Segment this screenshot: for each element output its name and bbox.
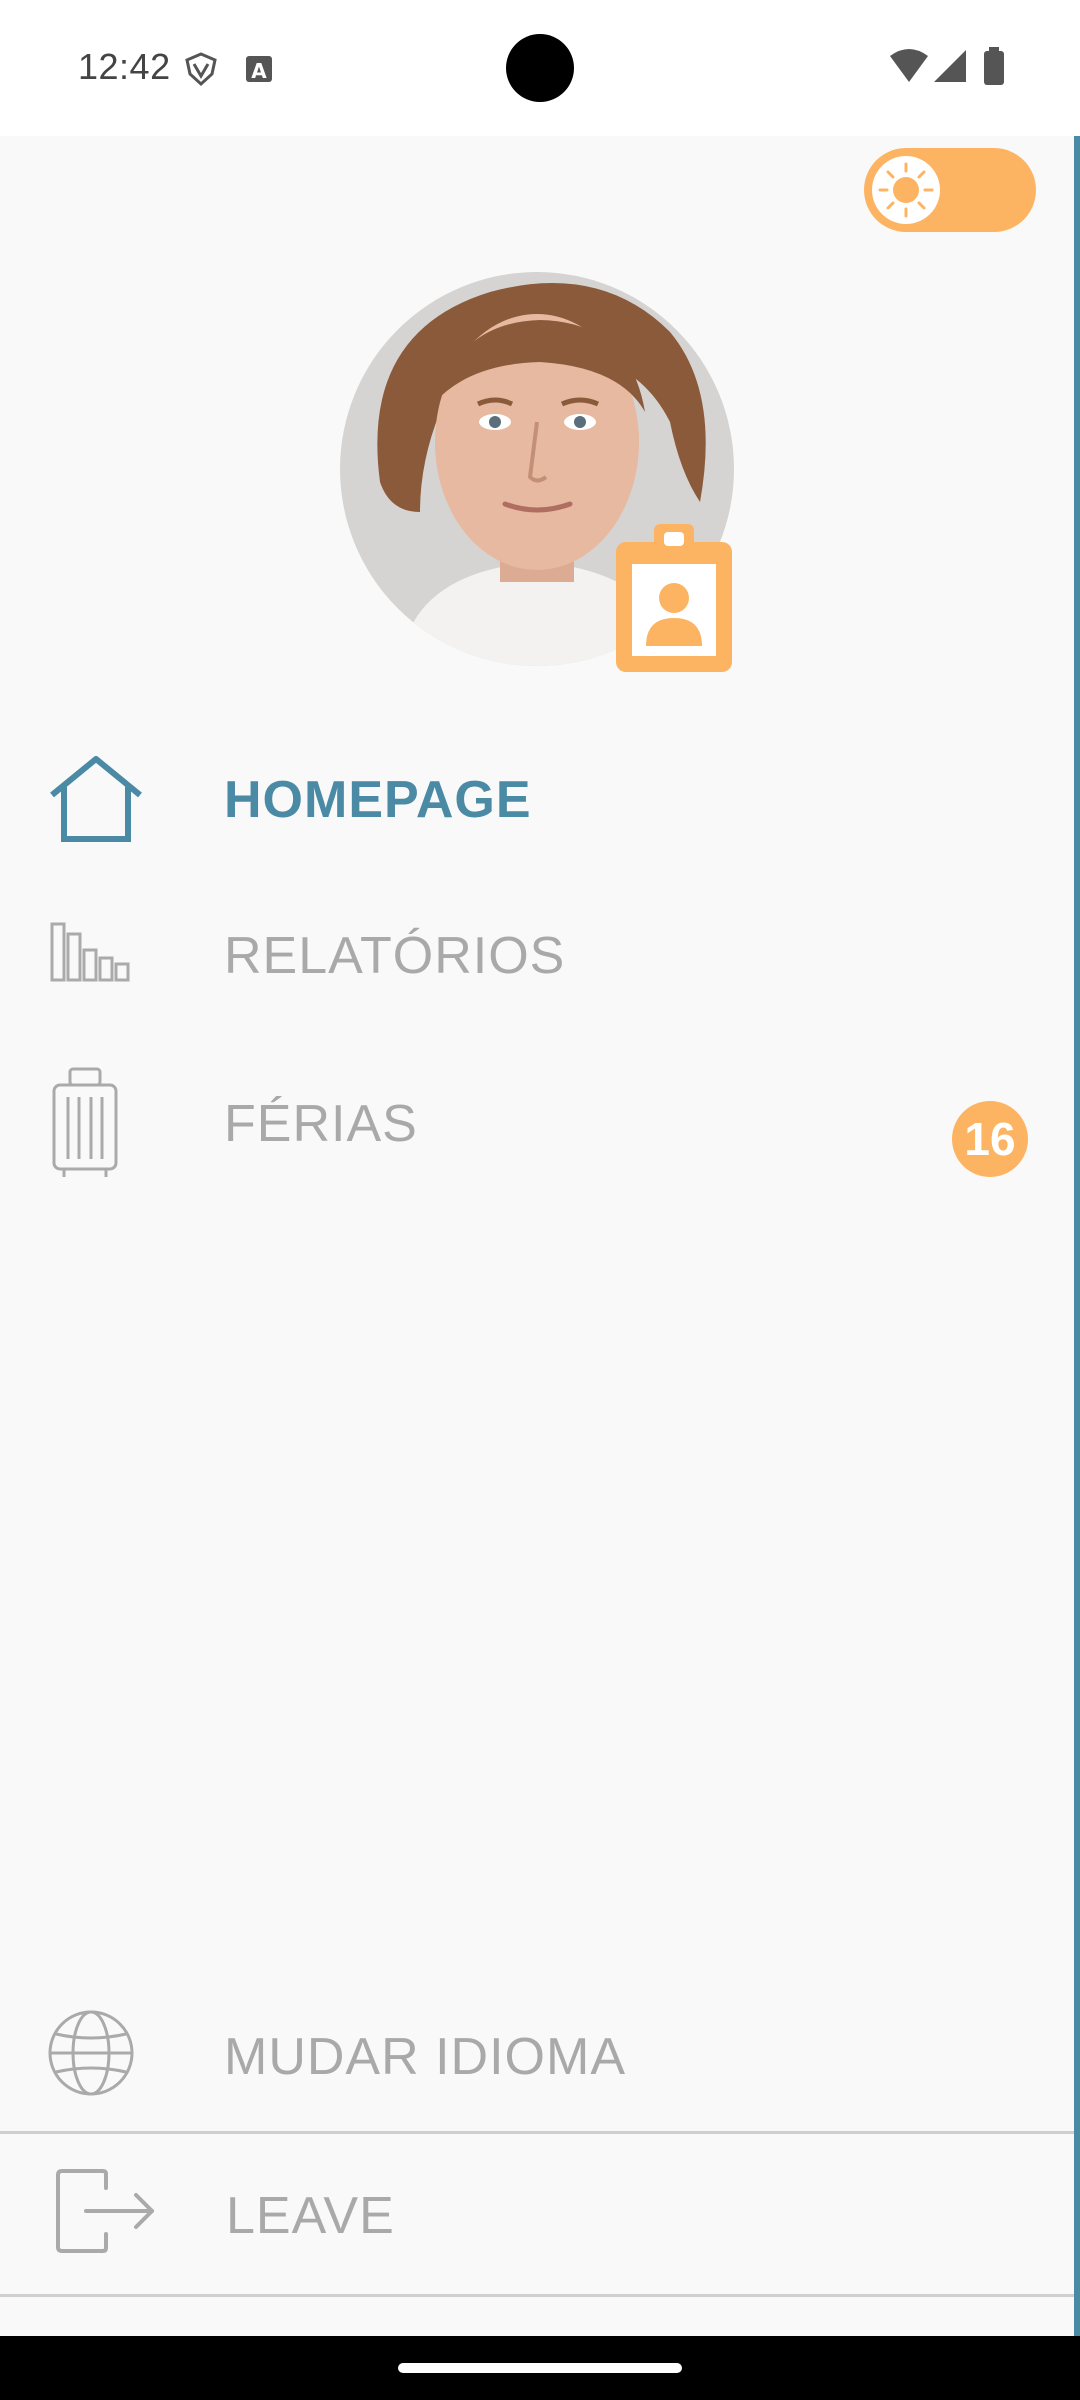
toggle-knob [872,156,940,224]
battery-icon [984,47,1004,85]
nav-label-relatorios: RELATÓRIOS [224,927,566,985]
home-gesture-handle[interactable] [398,2363,682,2373]
logout-icon [56,2169,154,2253]
divider [0,2294,1074,2297]
camera-cutout [506,34,574,102]
language-label: MUDAR IDIOMA [224,2028,626,2086]
sun-icon [878,162,934,218]
svg-text:A: A [251,59,267,83]
leave-label: LEAVE [226,2187,395,2245]
nav-item-relatorios[interactable]: RELATÓRIOS [0,890,1070,1020]
status-bar: 12:42 A [0,0,1080,136]
vpn-shield-icon [185,52,217,87]
id-badge-icon[interactable] [612,520,736,676]
wifi-icon [890,49,928,82]
app-notification-a-icon: A [246,56,272,83]
nav-item-ferias[interactable]: FÉRIAS 16 [0,1057,1070,1187]
nav-item-homepage[interactable]: HOMEPAGE [0,733,1070,863]
ferias-count-badge: 16 [952,1101,1028,1177]
luggage-icon [52,1067,118,1177]
nav-label-ferias: FÉRIAS [224,1095,418,1153]
bar-chart-icon [50,922,130,982]
nav-label-homepage: HOMEPAGE [224,771,532,829]
status-time: 12:42 [78,46,171,87]
leave-button[interactable]: LEAVE [0,2148,1070,2278]
divider [0,2131,1074,2134]
drawer-edge [1074,136,1080,2336]
home-icon [50,756,142,842]
globe-icon [48,2010,134,2096]
cellular-signal-icon [934,50,966,82]
theme-toggle[interactable] [864,148,1036,232]
language-button[interactable]: MUDAR IDIOMA [0,1990,1070,2120]
